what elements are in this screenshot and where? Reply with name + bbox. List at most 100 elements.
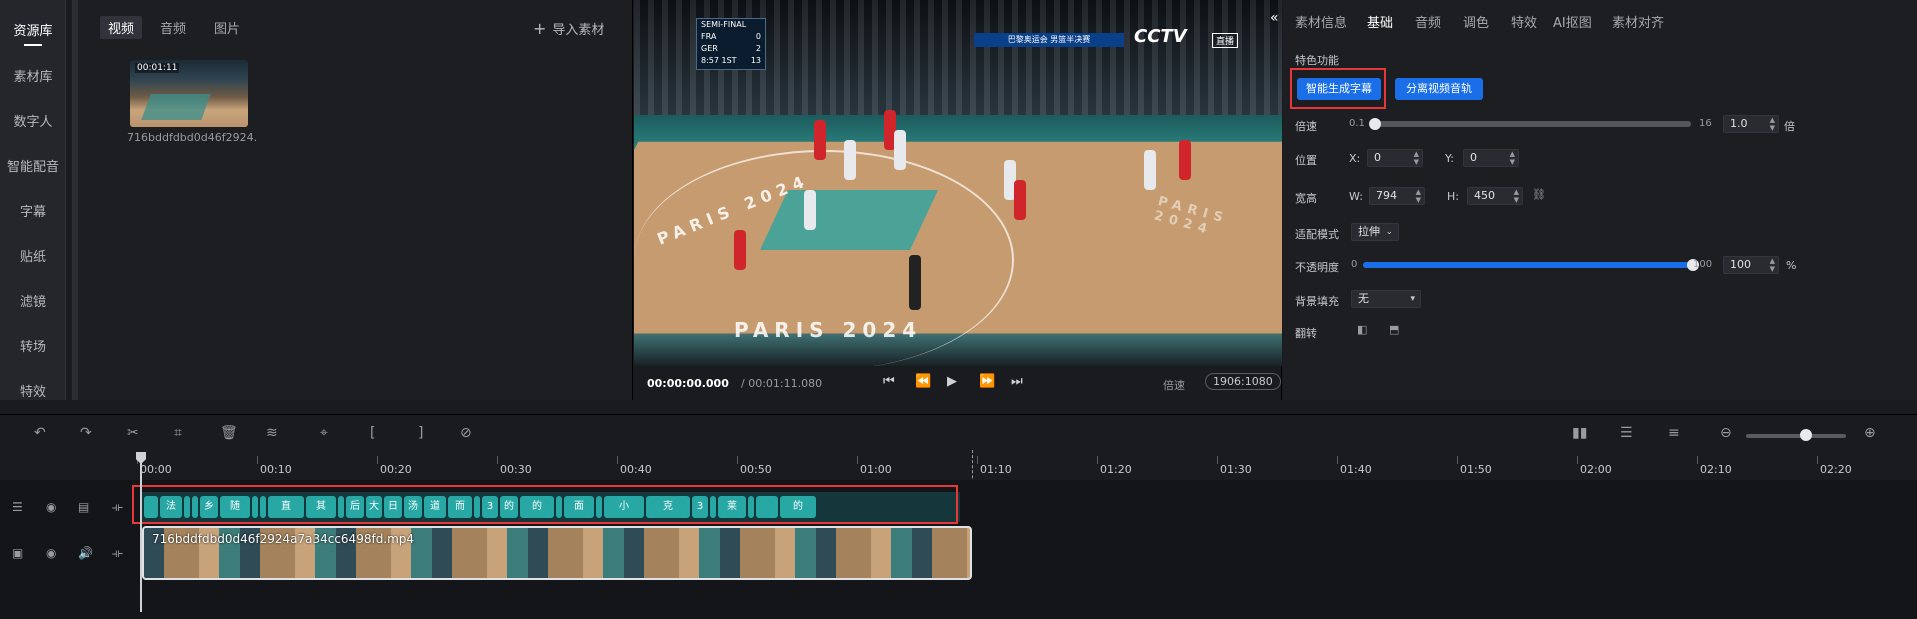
collapse-panel-icon[interactable]: «: [1270, 10, 1279, 26]
highlight-box: [1290, 68, 1386, 109]
tab-ai-matting[interactable]: AI抠图: [1553, 12, 1592, 31]
nav-subtitles[interactable]: 字幕: [0, 201, 66, 220]
tab-video[interactable]: 视频: [100, 16, 143, 39]
mark-in-icon[interactable]: [: [370, 425, 375, 441]
ruler-tick-label: 02:10: [1700, 463, 1732, 476]
ruler-tick-label: 01:50: [1460, 463, 1492, 476]
skip-end-icon[interactable]: ⏭: [1011, 374, 1023, 389]
timeline-ruler[interactable]: 00:00 00:10 00:20 00:30 00:40 00:50 01:00 01:10…: [0, 450, 1917, 480]
ruler-tick-label: 01:30: [1220, 463, 1252, 476]
import-media-button[interactable]: + 导入素材: [533, 19, 604, 38]
tab-prop-audio[interactable]: 音频: [1415, 12, 1441, 31]
ruler-tick: [257, 456, 258, 464]
cut-icon[interactable]: ✂: [127, 425, 139, 441]
speed-slider[interactable]: [1371, 121, 1691, 127]
nav-material-library[interactable]: 素材库: [0, 66, 66, 85]
visibility-icon[interactable]: ◉: [46, 500, 56, 514]
ruler-tick: [1577, 456, 1578, 464]
video-visibility-icon[interactable]: ◉: [46, 546, 56, 560]
tab-material-align[interactable]: 素材对齐: [1612, 12, 1664, 31]
rewind-icon[interactable]: ⏪: [915, 374, 931, 389]
resolution-badge[interactable]: 1906:1080: [1205, 373, 1281, 390]
media-thumbnail[interactable]: 00:01:11: [130, 60, 248, 127]
ruler-tick: [497, 456, 498, 464]
referee-figure: [909, 255, 921, 310]
ruler-tick: [1697, 456, 1698, 464]
redo-icon[interactable]: ↷: [80, 425, 92, 441]
ruler-tick: [1457, 456, 1458, 464]
media-panel: 视频 音频 图片 + 导入素材 00:01:11 716bddfdbd0d46f2…: [78, 0, 632, 400]
flip-horizontal-icon[interactable]: ◧: [1357, 323, 1367, 336]
speed-input[interactable]: 1.0 ▲ ▼: [1723, 115, 1779, 133]
speed-change-icon[interactable]: ⊘: [460, 425, 472, 441]
flip-label: 翻转: [1295, 327, 1317, 340]
link-icon[interactable]: ⛓: [1532, 188, 1546, 201]
split-audio-button[interactable]: 分离视频音轨: [1395, 78, 1483, 100]
player-figure: [1144, 150, 1156, 190]
fast-forward-icon[interactable]: ⏩: [979, 374, 995, 389]
play-icon[interactable]: ▶: [947, 374, 957, 389]
y-input[interactable]: 0 ▲ ▼: [1463, 149, 1519, 167]
thumbnail-duration: 00:01:11: [135, 63, 180, 73]
position-label: 位置: [1295, 154, 1317, 167]
tab-material-info[interactable]: 素材信息: [1295, 12, 1347, 31]
preview-panel: PARIS 2024 PARIS 2024 PARIS 2024 SEMI-FI…: [632, 0, 1282, 400]
track-split-icon[interactable]: ⟛: [112, 500, 123, 515]
undo-icon[interactable]: ↶: [34, 425, 46, 441]
volume-icon[interactable]: 🔊: [78, 546, 93, 560]
ruler-tick: [1097, 456, 1098, 464]
video-frame[interactable]: PARIS 2024 PARIS 2024 PARIS 2024 SEMI-FI…: [634, 0, 1282, 366]
zoom-out-icon[interactable]: ⊖: [1720, 425, 1732, 441]
playhead[interactable]: [140, 452, 142, 612]
delete-icon[interactable]: 🗑: [220, 425, 238, 441]
x-input[interactable]: 0 ▲ ▼: [1367, 149, 1423, 167]
skip-start-icon[interactable]: ⏮: [883, 374, 895, 389]
layout-icon[interactable]: ▮▮: [1572, 425, 1587, 441]
video-track-split-icon[interactable]: ⟛: [112, 546, 123, 561]
width-input[interactable]: 794 ▲ ▼: [1369, 187, 1425, 205]
tab-image[interactable]: 图片: [214, 18, 240, 37]
height-input[interactable]: 450 ▲ ▼: [1467, 187, 1523, 205]
ruler-tick-label: 01:10: [980, 463, 1012, 476]
tab-basic[interactable]: 基础: [1367, 12, 1393, 31]
subtitle-edit-icon[interactable]: ▤: [78, 500, 89, 514]
tab-color[interactable]: 调色: [1463, 12, 1489, 31]
zoom-slider[interactable]: [1746, 434, 1846, 438]
nav-transitions[interactable]: 转场: [0, 336, 66, 355]
flip-vertical-icon[interactable]: ⬒: [1389, 323, 1399, 336]
opacity-input[interactable]: 100 ▲ ▼: [1723, 256, 1779, 274]
court-text-bottom: PARIS 2024: [734, 318, 923, 342]
scorebug-team2: GER 2: [701, 44, 761, 53]
opacity-min: 0: [1351, 259, 1358, 270]
mark-out-icon[interactable]: ]: [418, 425, 423, 441]
tab-audio[interactable]: 音频: [160, 18, 186, 37]
fit-mode-select[interactable]: 拉伸 ⌄: [1351, 223, 1399, 241]
nav-stickers[interactable]: 贴纸: [0, 246, 66, 265]
audio-wave-icon[interactable]: ≋: [266, 425, 278, 441]
channel-logo: CCTV: [1134, 26, 1187, 47]
tab-prop-effects[interactable]: 特效: [1511, 12, 1537, 31]
menu-icon[interactable]: ≡: [1668, 425, 1680, 441]
zoom-slider-knob[interactable]: [1800, 429, 1812, 441]
crop-icon[interactable]: ⌗: [174, 425, 182, 441]
scorebug-header: SEMI-FINAL: [701, 20, 747, 29]
speed-label[interactable]: 倍速: [1163, 377, 1185, 393]
zoom-in-icon[interactable]: ⊕: [1864, 425, 1876, 441]
player-figure: [894, 130, 906, 170]
nav-effects[interactable]: 特效: [0, 381, 66, 400]
marker-icon[interactable]: ⌖: [320, 425, 328, 441]
nav-smart-dubbing[interactable]: 智能配音: [0, 156, 66, 175]
player-figure: [1014, 180, 1026, 220]
size-label: 宽高: [1295, 192, 1317, 205]
speed-slider-knob[interactable]: [1369, 118, 1381, 130]
nav-digital-human[interactable]: 数字人: [0, 111, 66, 130]
nav-resource-library[interactable]: 资源库: [0, 20, 66, 46]
total-time: / 00:01:11.080: [741, 377, 823, 390]
ruler-tick: [857, 456, 858, 464]
ruler-tick: [377, 456, 378, 464]
bg-fill-select[interactable]: 无 ▾: [1351, 290, 1421, 308]
plus-icon: +: [533, 19, 547, 38]
nav-filters[interactable]: 滤镜: [0, 291, 66, 310]
align-icon[interactable]: ☰: [1620, 425, 1633, 441]
ruler-tick: [1217, 456, 1218, 464]
